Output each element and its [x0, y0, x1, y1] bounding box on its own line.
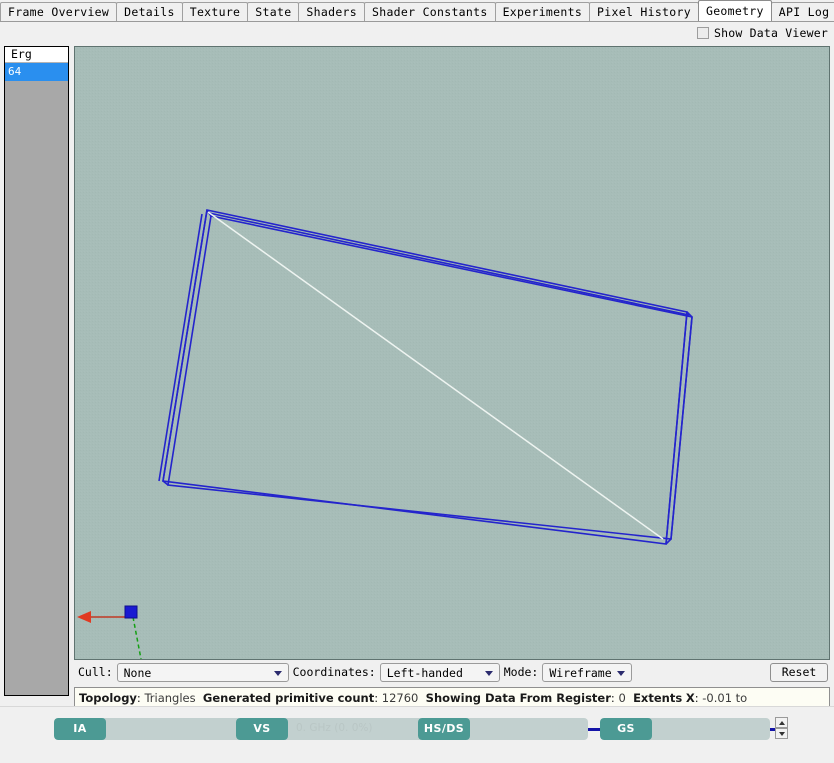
tab-geometry[interactable]: Geometry [697, 0, 772, 21]
mode-value: Wireframe [549, 666, 612, 680]
toolbar: Show Data Viewer [0, 22, 834, 44]
tab-shader-constants[interactable]: Shader Constants [364, 2, 496, 21]
extents-key: Extents [633, 691, 683, 705]
tab-pixel-history[interactable]: Pixel History [589, 2, 699, 21]
pipeline-flow-bar: IA VS 0. GHz (0. 0%) HS/DS GS [0, 706, 834, 763]
tab-state[interactable]: State [247, 2, 300, 21]
axis-origin-marker-icon [124, 605, 138, 619]
pipeline-stage-hsds[interactable]: HS/DS [418, 718, 588, 740]
viewport-background [75, 47, 829, 659]
tab-strip: Frame Overview Details Texture State Shaders… [0, 0, 834, 22]
pipeline-stage-ia-label: IA [54, 718, 106, 740]
topology-key: Topology [79, 691, 137, 705]
stepper-up-button[interactable] [775, 717, 788, 728]
chevron-down-icon [617, 671, 626, 676]
cull-value: None [123, 666, 152, 680]
tab-texture[interactable]: Texture [181, 2, 249, 21]
show-data-viewer-checkbox[interactable]: Show Data Viewer [697, 25, 828, 41]
register-sep: : [610, 691, 615, 705]
pipeline-stage-gs-label: GS [600, 718, 652, 740]
chevron-down-icon [273, 671, 282, 676]
mode-label: Mode: [503, 665, 539, 679]
mode-dropdown[interactable]: Wireframe [542, 663, 633, 682]
pipeline-stage-vs-label: VS [236, 718, 288, 740]
cull-label: Cull: [78, 665, 113, 679]
viewport-controls: Cull: None Coordinates: Left-handed Mode: Wir… [74, 661, 830, 685]
primcount-key: Generated primitive count [202, 691, 375, 705]
tab-shaders[interactable]: Shaders [298, 2, 365, 21]
tab-frame-overview[interactable]: Frame Overview [0, 2, 118, 21]
register-key: Showing Data From Register [425, 691, 611, 705]
tab-details[interactable]: Details [116, 2, 183, 21]
extent-x-key: X [685, 691, 695, 705]
pipeline-stage-hsds-label: HS/DS [418, 718, 470, 740]
stepper-down-button[interactable] [775, 728, 788, 739]
instance-list-panel: Erg 64 [4, 46, 69, 696]
caret-down-icon [779, 732, 785, 736]
register-value: 0 [618, 691, 626, 705]
checkbox-box-icon [697, 27, 710, 39]
show-data-viewer-label: Show Data Viewer [714, 26, 828, 40]
coordinates-label: Coordinates: [292, 665, 376, 679]
cull-dropdown[interactable]: None [116, 663, 289, 682]
instance-list-row[interactable]: 64 [5, 63, 68, 81]
topology-value: Triangles [144, 691, 196, 705]
pipeline-stage-vs-meta: 0. GHz (0. 0%) [296, 722, 373, 734]
tab-api-log[interactable]: API Log [770, 2, 834, 21]
main-body: Erg 64 Cull: None Coordinates: Left-hand… [0, 44, 834, 723]
primcount-value: 12760 [381, 691, 419, 705]
wireframe-canvas [75, 47, 829, 659]
reset-button[interactable]: Reset [770, 663, 828, 682]
pipeline-stage-gs[interactable]: GS [600, 718, 770, 740]
caret-up-icon [779, 721, 785, 725]
chevron-down-icon [484, 671, 493, 676]
geometry-viewport[interactable] [74, 46, 830, 660]
pipeline-zoom-stepper[interactable] [775, 717, 788, 741]
primcount-sep: : [374, 691, 379, 705]
extent-x-sep: : [694, 691, 699, 705]
tab-experiments[interactable]: Experiments [494, 2, 591, 21]
coordinates-dropdown[interactable]: Left-handed [379, 663, 500, 682]
topology-sep: : [136, 691, 141, 705]
coordinates-value: Left-handed [386, 666, 463, 680]
instance-list-header: Erg [5, 47, 68, 63]
